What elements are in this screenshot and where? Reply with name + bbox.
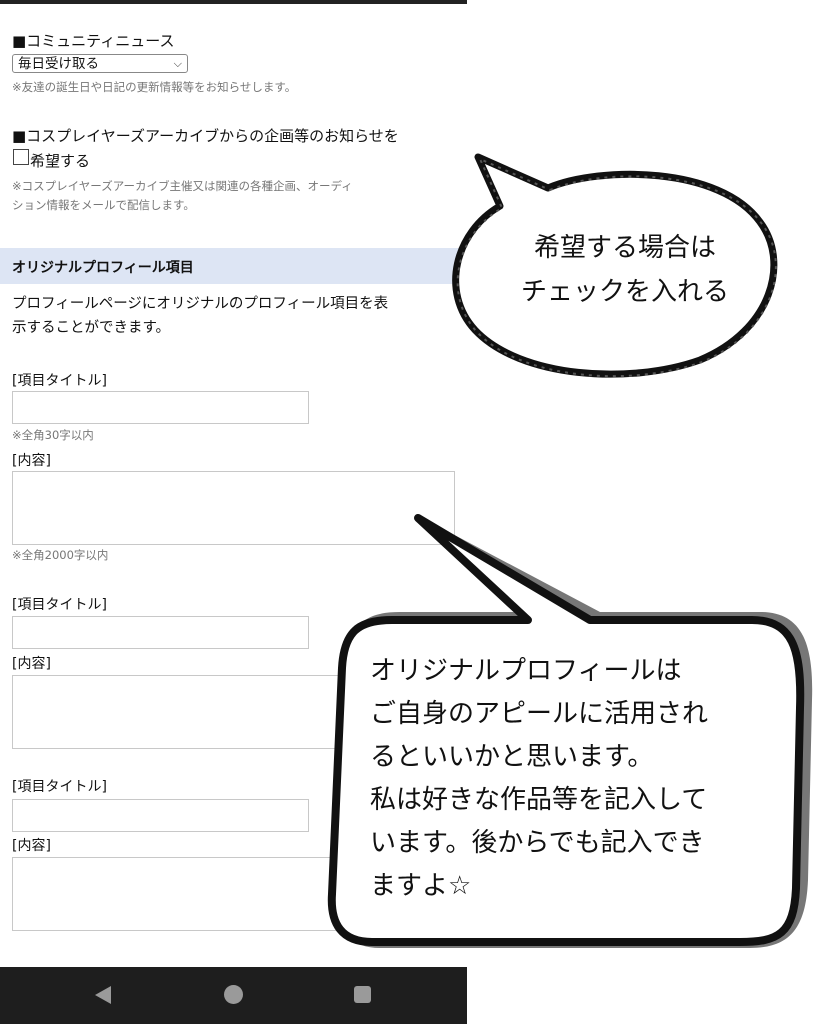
bubble-2-line: 私は好きな作品等を記入して — [370, 785, 708, 815]
bubble-2-line: るといいかと思います。 — [370, 742, 654, 772]
bubble-1-line2: チェックを入れる — [520, 277, 729, 307]
bubble-2-line: ご自身のアピールに活用され — [370, 699, 709, 729]
bubble-2-line: います。後からでも記入でき — [370, 828, 705, 858]
bubble-1-line1: 希望する場合は — [533, 233, 716, 263]
bubble-2-line: オリジナルプロフィールは — [370, 656, 682, 686]
bubble-1-text: 希望する場合は チェックを入れる — [490, 226, 760, 314]
bubble-2-text: オリジナルプロフィールは ご自身のアピールに活用され るといいかと思います。 私… — [370, 650, 780, 908]
bubble-2-line: ますよ☆ — [370, 871, 472, 901]
